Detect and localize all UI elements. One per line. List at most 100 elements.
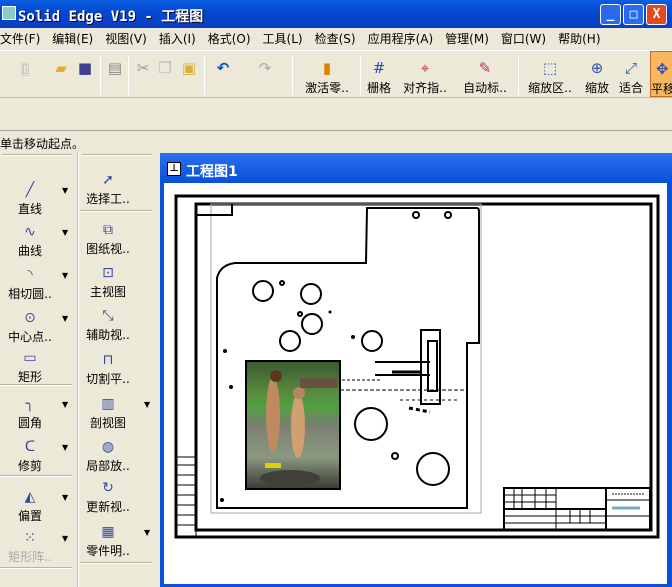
menu-help[interactable]: 帮助(H) (558, 28, 600, 48)
dropdown-arrow-icon[interactable]: ▼ (62, 443, 68, 452)
tool-label: 直线 (17, 202, 42, 216)
cutting-plane-icon: ⊓ (102, 352, 114, 368)
curve-icon: ∿ (24, 224, 36, 240)
dropdown-arrow-icon[interactable]: ▼ (62, 228, 68, 237)
slot-features (340, 329, 465, 414)
activate-icon: ▮ (322, 59, 332, 77)
grid-icon: # (372, 59, 386, 77)
dropdown-arrow-icon[interactable]: ▼ (62, 271, 68, 280)
tool-select-arrow[interactable]: ➚ 选择工.. (70, 172, 146, 207)
principal-view-icon: ⊡ (102, 265, 114, 281)
tool-label: 相切圆.. (8, 287, 52, 301)
tool-parts-list[interactable]: ▦ 零件明.. (70, 524, 146, 559)
dropdown-arrow-icon[interactable]: ▼ (62, 186, 68, 195)
menu-insert[interactable]: 插入(I) (159, 28, 196, 48)
tool-update-view[interactable]: ↻ 更新视.. (70, 480, 146, 515)
tool-label: 剖视图 (89, 416, 126, 430)
activate-part-button[interactable]: ▮ 激活零.. (298, 51, 356, 96)
fillet-icon: ╮ (25, 396, 35, 412)
tool-label: 曲线 (17, 244, 42, 258)
menu-tools[interactable]: 工具(L) (263, 28, 303, 48)
undo-icon: ↶ (216, 59, 230, 77)
menu-manage[interactable]: 管理(M) (445, 28, 489, 48)
tool-circle-center[interactable]: ⊙ 中心点.. (0, 310, 68, 345)
tool-label: 矩形阵.. (8, 550, 52, 564)
zoom-area-button[interactable]: ⬚ 缩放区.. (522, 51, 578, 96)
tool-label: 切割平.. (86, 372, 130, 386)
tool-auxiliary-view[interactable]: ⤡ 辅助视.. (70, 308, 146, 343)
menu-window[interactable]: 窗口(W) (501, 28, 546, 48)
window-title: Solid Edge V19 - 工程图 (18, 9, 204, 25)
offset-icon: ◭ (24, 489, 36, 505)
cut-button[interactable]: ✂ (132, 51, 154, 79)
menu-file[interactable]: 文件(F) (0, 28, 40, 48)
tool-tangent-arc[interactable]: ◝ 相切圆.. (0, 267, 68, 302)
tool-label: 图纸视.. (86, 242, 130, 256)
tool-cutting-plane[interactable]: ⊓ 切割平.. (70, 352, 146, 387)
paste-button[interactable]: ▣ (178, 51, 200, 79)
close-button[interactable]: X (646, 4, 667, 25)
redo-button[interactable]: ↷ (254, 51, 276, 79)
tool-label: 圆角 (17, 416, 42, 430)
redo-icon: ↷ (258, 59, 272, 77)
tool-drawing-view[interactable]: ⧉ 图纸视.. (70, 222, 146, 257)
tool-principal-view[interactable]: ⊡ 主视图 (70, 265, 146, 300)
drawing-canvas[interactable] (164, 183, 667, 584)
tool-fillet[interactable]: ╮ 圆角 (0, 396, 68, 431)
title-block (503, 487, 651, 531)
auto-dimension-button[interactable]: ✎ 自动标.. (458, 51, 512, 96)
dropdown-arrow-icon[interactable]: ▼ (62, 493, 68, 502)
menu-applications[interactable]: 应用程序(A) (368, 28, 434, 48)
pan-icon: ✥ (656, 60, 669, 78)
tool-label: 矩形 (17, 370, 42, 384)
parts-list-icon: ▦ (101, 524, 115, 540)
save-icon: ■ (77, 59, 93, 77)
grid-button[interactable]: # 栅格 (363, 51, 395, 96)
new-file-icon: ▯ (20, 59, 30, 77)
menu-bar: 文件(F) 编辑(E) 视图(V) 插入(I) 格式(O) 工具(L) 检查(S… (0, 28, 672, 48)
tool-detail-view[interactable]: ◍ 局部放.. (70, 439, 146, 474)
dropdown-arrow-icon[interactable]: ▼ (62, 314, 68, 323)
revision-block (175, 456, 197, 538)
print-button[interactable]: ▤ (104, 51, 126, 79)
drawing-view-icon: ⧉ (103, 222, 113, 238)
align-button[interactable]: ⌖ 对齐指.. (398, 51, 452, 96)
menu-edit[interactable]: 编辑(E) (52, 28, 93, 48)
fit-button[interactable]: ⤢ 适合 (616, 51, 646, 96)
dropdown-arrow-icon[interactable]: ▼ (62, 534, 68, 543)
open-button[interactable]: ▰ (50, 51, 72, 79)
tool-curve[interactable]: ∿ 曲线 (0, 224, 68, 259)
print-icon: ▤ (107, 59, 123, 77)
app-icon (2, 6, 16, 20)
tool-trim[interactable]: ᑕ 修剪 (0, 439, 68, 474)
new-button[interactable]: ▯ (14, 51, 36, 79)
auto-dimension-icon: ✎ (478, 59, 492, 77)
dropdown-arrow-icon[interactable]: ▼ (62, 400, 68, 409)
tool-pattern[interactable]: ⁙ 矩形阵.. (0, 530, 68, 565)
zoom-button[interactable]: ⊕ 缩放 (582, 51, 612, 96)
dropdown-arrow-icon[interactable]: ▼ (144, 528, 150, 537)
tool-offset[interactable]: ◭ 偏置 (0, 489, 68, 524)
tool-line[interactable]: ╱ 直线 (0, 182, 68, 217)
rectangle-icon: ▭ (23, 350, 37, 366)
tool-rectangle[interactable]: ▭ 矩形 (0, 350, 68, 385)
open-folder-icon: ▰ (55, 59, 67, 77)
tool-label: 主视图 (89, 285, 126, 299)
menu-view[interactable]: 视图(V) (105, 28, 147, 48)
tool-section-view[interactable]: ▥ 剖视图 (70, 396, 146, 431)
status-bar: 单击移动起点。 (0, 130, 672, 151)
dropdown-arrow-icon[interactable]: ▼ (144, 400, 150, 409)
copy-button[interactable]: ❐ (154, 51, 176, 79)
pan-button[interactable]: ✥平移 (650, 51, 672, 97)
menu-inspect[interactable]: 检查(S) (315, 28, 356, 48)
section-view-icon: ▥ (101, 396, 115, 412)
tool-label: 偏置 (17, 509, 42, 523)
drawing-doc-icon: ⊥ (167, 162, 181, 176)
menu-format[interactable]: 格式(O) (208, 28, 251, 48)
minimize-button[interactable]: _ (600, 4, 621, 25)
zoom-icon: ⊕ (590, 59, 604, 77)
save-button[interactable]: ■ (74, 51, 96, 79)
maximize-button[interactable]: □ (623, 4, 644, 25)
undo-button[interactable]: ↶ (210, 51, 236, 79)
circle-center-icon: ⊙ (24, 310, 36, 326)
